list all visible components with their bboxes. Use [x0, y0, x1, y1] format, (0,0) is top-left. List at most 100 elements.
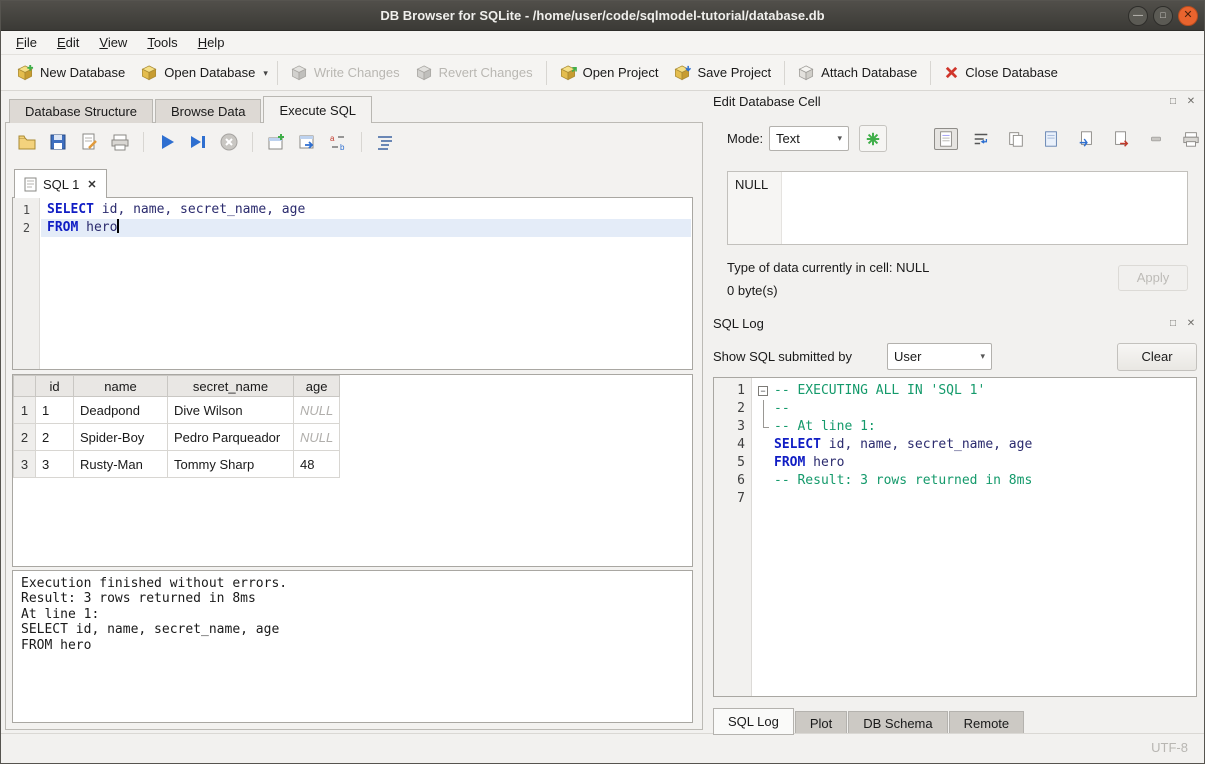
tab-execute-sql[interactable]: Execute SQL [263, 96, 372, 123]
save-project-label: Save Project [697, 65, 771, 80]
menu-file[interactable]: File [6, 33, 47, 52]
sql-identifiers: hero [805, 455, 844, 470]
cell-name[interactable]: Rusty-Man [74, 451, 168, 478]
set-null-icon[interactable] [1144, 128, 1168, 150]
apply-button[interactable]: Apply [1118, 265, 1188, 291]
float-panel-icon[interactable]: □ [1167, 96, 1179, 108]
log-line: 1 − -- EXECUTING ALL IN 'SQL 1' [714, 382, 1196, 400]
collapse-icon[interactable]: − [758, 386, 768, 396]
cell-editor[interactable]: NULL [727, 171, 1188, 245]
log-line: 2 -- [714, 400, 1196, 418]
copy-data-icon[interactable] [1004, 128, 1028, 150]
cell-age[interactable]: NULL [294, 397, 340, 424]
cell-secret-name[interactable]: Dive Wilson [168, 397, 294, 424]
print-sql-icon[interactable] [109, 131, 131, 153]
encoding-indicator[interactable]: UTF-8 [1151, 734, 1188, 762]
dock-tab-sql-log[interactable]: SQL Log [713, 708, 794, 735]
find-replace-icon[interactable]: ab [327, 131, 349, 153]
row-number[interactable]: 3 [14, 451, 36, 478]
mode-select[interactable]: Text ▾ [769, 126, 849, 151]
minimize-button[interactable]: — [1128, 6, 1148, 26]
cell-id[interactable]: 2 [36, 424, 74, 451]
print-cell-icon[interactable] [1179, 128, 1203, 150]
menu-help[interactable]: Help [188, 33, 235, 52]
save-data-icon[interactable] [1039, 128, 1063, 150]
sql-editor-tab[interactable]: SQL 1 ✕ [14, 169, 107, 198]
execute-current-line-icon[interactable] [187, 131, 209, 153]
word-wrap-icon[interactable] [969, 128, 993, 150]
cell-name[interactable]: Deadpond [74, 397, 168, 424]
cell-name[interactable]: Spider-Boy [74, 424, 168, 451]
close-database-button[interactable]: Close Database [936, 61, 1066, 84]
format-sql-icon[interactable] [374, 131, 396, 153]
open-database-button[interactable]: Open Database [133, 60, 263, 85]
cell-id[interactable]: 1 [36, 397, 74, 424]
stop-execution-icon[interactable] [218, 131, 240, 153]
revert-changes-button[interactable]: Revert Changes [408, 60, 541, 85]
sql-log-view: 1 − -- EXECUTING ALL IN 'SQL 1' 2 -- 3 -… [713, 377, 1197, 697]
log-line: 4 SELECT id, name, secret_name, age [714, 436, 1196, 454]
export-data-icon[interactable] [1109, 128, 1133, 150]
export-sql-icon[interactable] [78, 131, 100, 153]
execute-all-icon[interactable] [156, 131, 178, 153]
sql-log-filter-select[interactable]: User ▾ [887, 343, 992, 370]
open-sql-tab-icon[interactable] [296, 131, 318, 153]
open-project-button[interactable]: Open Project [552, 60, 667, 85]
row-number[interactable]: 1 [14, 397, 36, 424]
sql-keyword: FROM [47, 220, 78, 235]
new-database-icon [17, 64, 34, 81]
cell-age[interactable]: NULL [294, 424, 340, 451]
float-panel-icon[interactable]: □ [1167, 318, 1179, 330]
close-panel-icon[interactable]: ✕ [1185, 318, 1197, 330]
open-database-dropdown[interactable]: ▾ [263, 64, 272, 81]
write-changes-icon [291, 64, 308, 81]
write-changes-label: Write Changes [314, 65, 400, 80]
edit-cell-settings-button[interactable] [859, 125, 887, 152]
attach-database-button[interactable]: Attach Database [790, 60, 925, 85]
column-header-age[interactable]: age [294, 376, 340, 397]
column-header-name[interactable]: name [74, 376, 168, 397]
tab-browse-data[interactable]: Browse Data [155, 99, 261, 123]
tab-database-structure[interactable]: Database Structure [9, 99, 153, 123]
clear-log-button[interactable]: Clear [1117, 343, 1197, 371]
titlebar[interactable]: DB Browser for SQLite - /home/user/code/… [1, 1, 1204, 31]
column-header-secret-name[interactable]: secret_name [168, 376, 294, 397]
sql-tab-label: SQL 1 [43, 177, 79, 192]
row-number-header [14, 376, 36, 397]
write-changes-button[interactable]: Write Changes [283, 60, 408, 85]
menu-tools[interactable]: Tools [137, 33, 187, 52]
cell-secret-name[interactable]: Pedro Parqueador [168, 424, 294, 451]
dock-tab-remote[interactable]: Remote [949, 711, 1025, 735]
app-window: DB Browser for SQLite - /home/user/code/… [0, 0, 1205, 764]
sql-editor[interactable]: 1 SELECT id, name, secret_name, age 2 FR… [12, 197, 693, 370]
dock-tab-plot[interactable]: Plot [795, 711, 847, 735]
save-sql-file-icon[interactable] [47, 131, 69, 153]
close-window-button[interactable]: ✕ [1178, 6, 1198, 26]
filter-value: User [894, 349, 921, 364]
log-line-number: 6 [714, 472, 745, 490]
cell-secret-name[interactable]: Tommy Sharp [168, 451, 294, 478]
column-header-id[interactable]: id [36, 376, 74, 397]
new-sql-tab-icon[interactable] [265, 131, 287, 153]
import-data-icon[interactable] [1074, 128, 1098, 150]
new-database-label: New Database [40, 65, 125, 80]
maximize-button[interactable]: □ [1153, 6, 1173, 26]
cell-id[interactable]: 3 [36, 451, 74, 478]
menu-edit[interactable]: Edit [47, 33, 89, 52]
row-number[interactable]: 2 [14, 424, 36, 451]
table-row: 2 2 Spider-Boy Pedro Parqueador NULL [14, 424, 340, 451]
dock-tab-bar: SQL Log Plot DB Schema Remote [713, 707, 1025, 735]
edit-cell-dock-buttons: □ ✕ [1167, 96, 1197, 108]
revert-changes-label: Revert Changes [439, 65, 533, 80]
fold-marker[interactable]: − [756, 382, 772, 400]
menu-view[interactable]: View [89, 33, 137, 52]
settings-icon [865, 131, 881, 147]
new-database-button[interactable]: New Database [9, 60, 133, 85]
text-mode-icon[interactable] [934, 128, 958, 150]
dock-tab-db-schema[interactable]: DB Schema [848, 711, 947, 735]
close-sql-tab-icon[interactable]: ✕ [87, 178, 96, 191]
cell-age[interactable]: 48 [294, 451, 340, 478]
close-panel-icon[interactable]: ✕ [1185, 96, 1197, 108]
open-sql-file-icon[interactable] [16, 131, 38, 153]
save-project-button[interactable]: Save Project [666, 60, 779, 85]
